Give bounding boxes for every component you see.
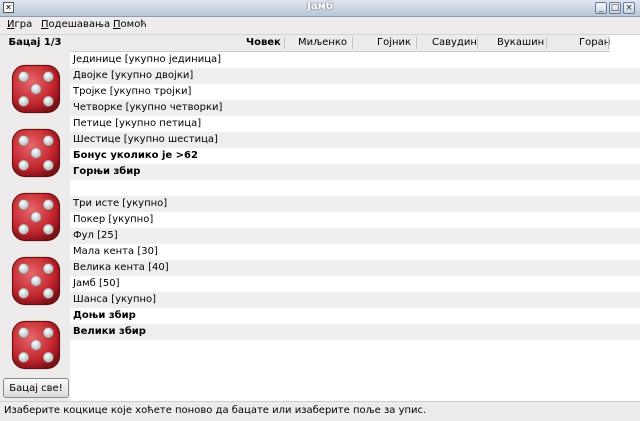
- table-row[interactable]: Петице [укупно петица]: [70, 116, 640, 132]
- column-header[interactable]: Горан: [579, 37, 610, 48]
- row-label: Горњи збир: [73, 166, 141, 177]
- row-label: Три исте [укупно]: [73, 198, 168, 209]
- table-row[interactable]: Велики збир: [70, 324, 640, 340]
- row-label: Шестице [укупно шестица]: [73, 134, 218, 145]
- roll-all-button[interactable]: Бацај све!: [3, 378, 69, 398]
- window-title: Јамб: [307, 1, 333, 12]
- row-label: Четворке [укупно четворки]: [73, 102, 223, 113]
- column-header[interactable]: Миљенко: [298, 37, 347, 48]
- title-bar: ✕ Јамб _ □ ×: [0, 0, 640, 17]
- status-bar: Изаберите коцкице које хоћете поново да …: [0, 401, 640, 421]
- menu-game[interactable]: Игра: [7, 19, 32, 30]
- row-label: Двојке [укупно двојки]: [73, 70, 194, 81]
- table-row[interactable]: [70, 180, 640, 196]
- row-label: Фул [25]: [73, 230, 118, 241]
- table-row[interactable]: Фул [25]: [70, 228, 640, 244]
- row-label: Покер [укупно]: [73, 214, 154, 225]
- column-header[interactable]: Човек: [246, 37, 281, 48]
- minimize-icon[interactable]: _: [595, 2, 607, 14]
- table-row[interactable]: Бонус уколико је >62: [70, 148, 640, 164]
- row-label: Тројке [укупно тројки]: [73, 86, 192, 97]
- status-text: Изаберите коцкице које хоћете поново да …: [4, 405, 427, 416]
- menu-bar: Игра Подешавања Помоћ: [0, 17, 640, 35]
- table-row[interactable]: Покер [укупно]: [70, 212, 640, 228]
- die-2[interactable]: [8, 125, 64, 181]
- maximize-icon[interactable]: □: [609, 2, 621, 14]
- column-header[interactable]: Вукашин: [497, 37, 544, 48]
- table-row[interactable]: Јамб [50]: [70, 276, 640, 292]
- table-row[interactable]: Двојке [укупно двојки]: [70, 68, 640, 84]
- menu-settings[interactable]: Подешавања: [41, 19, 110, 30]
- table-row[interactable]: Тројке [укупно тројки]: [70, 84, 640, 100]
- row-label: Јединице [укупно јединица]: [73, 54, 222, 65]
- table-row[interactable]: Горњи збир: [70, 164, 640, 180]
- table-row[interactable]: Четворке [укупно четворки]: [70, 100, 640, 116]
- row-label: Мала кента [30]: [73, 246, 158, 257]
- dice-panel: Бацај 1/3 Бацај све!: [0, 35, 70, 401]
- row-label: Доњи збир: [73, 310, 136, 321]
- column-header[interactable]: Савудин: [432, 37, 477, 48]
- die-5[interactable]: [8, 317, 64, 373]
- table-row[interactable]: Шанса [укупно]: [70, 292, 640, 308]
- score-table: Човек Миљенко Гојник Савудин Вукашин Гор…: [70, 35, 640, 401]
- row-label: Јамб [50]: [73, 278, 120, 289]
- table-row[interactable]: Велика кента [40]: [70, 260, 640, 276]
- table-row[interactable]: Мала кента [30]: [70, 244, 640, 260]
- table-row[interactable]: Три исте [укупно]: [70, 196, 640, 212]
- table-row[interactable]: Шестице [укупно шестица]: [70, 132, 640, 148]
- menu-help[interactable]: Помоћ: [113, 19, 147, 30]
- die-4[interactable]: [8, 253, 64, 309]
- table-row[interactable]: Јединице [укупно јединица]: [70, 52, 640, 68]
- roll-counter: Бацај 1/3: [8, 37, 62, 48]
- die-1[interactable]: [8, 61, 64, 117]
- row-label: Шанса [укупно]: [73, 294, 157, 305]
- table-row[interactable]: Доњи збир: [70, 308, 640, 324]
- table-header: Човек Миљенко Гојник Савудин Вукашин Гор…: [70, 35, 610, 52]
- close-icon[interactable]: ×: [623, 2, 635, 14]
- row-label: Велики збир: [73, 326, 146, 337]
- row-label: Петице [укупно петица]: [73, 118, 202, 129]
- row-label: Велика кента [40]: [73, 262, 169, 273]
- row-label: Бонус уколико је >62: [73, 150, 198, 161]
- column-header[interactable]: Гојник: [377, 37, 411, 48]
- die-3[interactable]: [8, 189, 64, 245]
